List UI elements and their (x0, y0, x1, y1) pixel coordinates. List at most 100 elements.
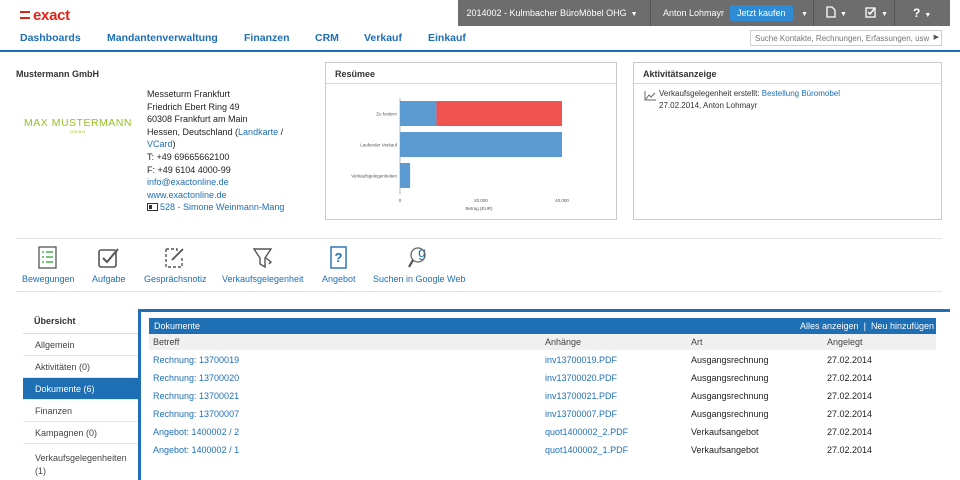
bewegungen-button[interactable]: Bewegungen (22, 244, 75, 284)
doc-subject-link[interactable]: Angebot: 1400002 / 1 (153, 445, 239, 455)
column-anhaenge[interactable]: Anhänge (545, 337, 581, 347)
tick-label: 0 (399, 198, 402, 203)
documents-header: Dokumente Alles anzeigen | Neu hinzufüge… (149, 318, 936, 334)
google-search-button[interactable]: g Suchen in Google Web (373, 244, 465, 284)
doc-attachment-link[interactable]: quot1400002_1.PDF (545, 445, 628, 455)
doc-subject-link[interactable]: Rechnung: 13700007 (153, 409, 239, 419)
add-new-link[interactable]: Neu hinzufügen (871, 321, 934, 331)
search-go-icon[interactable]: ▶ (934, 33, 939, 41)
new-document-button[interactable]: ▼ (826, 0, 847, 26)
phone: T: +49 69665662100 (147, 151, 230, 162)
category-label: Verkaufsgelegenheiten (351, 174, 397, 179)
nav-dashboards[interactable]: Dashboards (20, 32, 81, 44)
address-line: Messeturm Frankfurt (147, 89, 231, 99)
doc-type: Ausgangsrechnung (691, 391, 769, 401)
gespraechsnotiz-button[interactable]: Gesprächsnotiz (144, 244, 207, 284)
nav-einkauf[interactable]: Einkauf (428, 32, 466, 44)
sidebar-item-aktivitaeten[interactable]: Aktivitäten (0) (23, 356, 138, 378)
angebot-label: Angebot (322, 274, 356, 284)
website-link[interactable]: www.exactonline.de (147, 189, 284, 202)
doc-type: Ausgangsrechnung (691, 373, 769, 383)
doc-subject-link[interactable]: Angebot: 1400002 / 2 (153, 427, 239, 437)
user-menu[interactable]: Anton Lohmayr (663, 0, 724, 26)
divider (813, 0, 814, 26)
vcard-link[interactable]: VCard (147, 139, 173, 149)
email-link[interactable]: info@exactonline.de (147, 176, 284, 189)
user-name: Anton Lohmayr (663, 8, 725, 18)
documents-actions: Alles anzeigen | Neu hinzufügen (800, 321, 934, 331)
doc-type: Verkaufsangebot (691, 445, 759, 455)
buy-dropdown-chevron-icon[interactable]: ▼ (797, 0, 808, 26)
nav-verkauf[interactable]: Verkauf (364, 32, 402, 44)
exact-logo[interactable]: exact (20, 7, 70, 24)
documents-title: Dokumente (154, 321, 201, 331)
table-row: Angebot: 1400002 / 2 quot1400002_2.PDF V… (149, 424, 936, 442)
sidebar-item-kampagnen[interactable]: Kampagnen (0) (23, 422, 138, 444)
resumee-panel: Resümee Zu fordern Laufender Verkauf Verka… (325, 62, 617, 220)
angebot-button[interactable]: ? Angebot (322, 244, 356, 284)
divider (634, 83, 941, 84)
actions-separator: | (863, 321, 866, 331)
doc-subject-link[interactable]: Rechnung: 13700021 (153, 391, 239, 401)
doc-created: 27.02.2014 (827, 373, 873, 383)
aufgabe-label: Aufgabe (92, 274, 126, 284)
search-input[interactable] (751, 31, 929, 45)
resumee-chart: Zu fordern Laufender Verkauf Verkaufsgeleg… (351, 98, 569, 211)
address-line: Friedrich Ebert Ring 49 (147, 101, 240, 112)
doc-subject-link[interactable]: Rechnung: 13700019 (153, 355, 239, 365)
nav-finanzen[interactable]: Finanzen (244, 32, 290, 44)
doc-subject-link[interactable]: Rechnung: 13700020 (153, 373, 239, 383)
doc-type: Ausgangsrechnung (691, 355, 769, 365)
divider (650, 0, 651, 26)
doc-created: 27.02.2014 (827, 427, 873, 437)
doc-attachment-link[interactable]: inv13700019.PDF (545, 355, 617, 365)
help-button[interactable]: ? ▼ (913, 0, 931, 26)
show-all-link[interactable]: Alles anzeigen (800, 321, 859, 331)
nav-mandantenverwaltung[interactable]: Mandantenverwaltung (107, 32, 218, 44)
bar (400, 132, 562, 157)
logo-text: exact (33, 7, 70, 24)
divider (16, 238, 942, 239)
tick-label: 40.000 (555, 198, 569, 203)
brand-sub: GMBH (70, 129, 86, 134)
quote-question-icon: ? (330, 246, 347, 269)
doc-attachment-link[interactable]: quot1400002_2.PDF (545, 427, 628, 437)
sidebar-item-allgemein[interactable]: Allgemein (23, 334, 138, 356)
doc-attachment-link[interactable]: inv13700020.PDF (545, 373, 617, 383)
doc-type: Verkaufsangebot (691, 427, 759, 437)
column-angelegt[interactable]: Angelegt (827, 337, 863, 347)
doc-attachment-link[interactable]: inv13700021.PDF (545, 391, 617, 401)
checkbox-icon (865, 7, 876, 18)
company-selector[interactable]: 2014002 - Kulmbacher BüroMöbel OHG ▼ (458, 0, 646, 26)
sidebar-item-finanzen[interactable]: Finanzen (23, 400, 138, 422)
bar (436, 101, 562, 126)
paren-close: ) (172, 139, 176, 150)
doc-type: Ausgangsrechnung (691, 409, 769, 419)
buy-now-button[interactable]: Jetzt kaufen (730, 5, 793, 21)
activity-link[interactable]: Bestellung Büromobel (762, 89, 840, 98)
map-link[interactable]: Landkarte (238, 127, 278, 137)
sidebar-item-verkaufsgelegenheiten[interactable]: Verkaufsgelegenheiten (1) (23, 446, 138, 480)
table-row: Rechnung: 13700019 inv13700019.PDF Ausga… (149, 352, 936, 370)
chevron-down-icon: ▼ (924, 12, 932, 19)
divider (16, 291, 942, 292)
address-country: Hessen, Deutschland ( (147, 126, 239, 137)
account-manager-link[interactable]: 528 - Simone Weinmann-Mang (160, 202, 284, 212)
column-art[interactable]: Art (691, 337, 703, 347)
trend-icon (644, 91, 656, 101)
sidebar-item-count: (1) (35, 466, 46, 476)
column-betreff[interactable]: Betreff (153, 337, 179, 347)
tasks-button[interactable]: ▼ (865, 0, 888, 26)
activity-entry: Verkaufsgelegenheit erstellt: Bestellung… (659, 88, 840, 112)
doc-attachment-link[interactable]: inv13700007.PDF (545, 409, 617, 419)
note-edit-icon (165, 248, 184, 268)
doc-created: 27.02.2014 (827, 355, 873, 365)
nav-crm[interactable]: CRM (315, 32, 339, 44)
sidebar-item-dokumente[interactable]: Dokumente (6) (23, 378, 138, 400)
account-bar: 2014002 - Kulmbacher BüroMöbel OHG ▼ Anto… (458, 0, 950, 26)
aufgabe-button[interactable]: Aufgabe (92, 244, 126, 284)
doc-created: 27.02.2014 (827, 445, 873, 455)
nav-underline (0, 50, 960, 52)
verkaufsgelegenheit-button[interactable]: Verkaufsgelegenheit (222, 244, 304, 284)
logo-mark-icon (20, 11, 30, 19)
